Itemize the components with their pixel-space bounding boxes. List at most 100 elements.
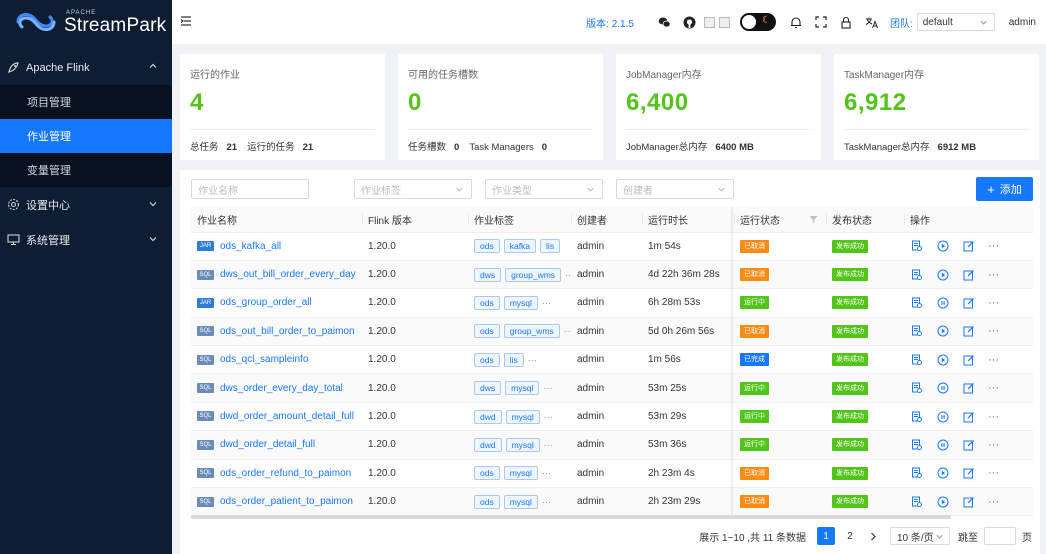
job-name-link[interactable]: ods_kafka_all [220, 241, 281, 252]
stop-job-icon[interactable] [936, 296, 949, 309]
job-detail-icon[interactable] [910, 382, 923, 395]
table-row[interactable]: SQL dwd_order_detail_full 1.20.0 dwd mysql… [191, 430, 1033, 460]
table-row[interactable]: SQL ods_out_bill_order_to_paimon 1.20.0 o… [191, 317, 1033, 347]
job-name-link[interactable]: ods_out_bill_order_to_paimon [220, 326, 355, 337]
stop-job-icon[interactable] [936, 410, 949, 423]
edit-job-icon[interactable] [962, 410, 975, 423]
job-name-link[interactable]: dwd_order_amount_detail_full [220, 411, 354, 422]
job-detail-icon[interactable] [910, 467, 923, 480]
job-name-link[interactable]: ods_group_order_all [220, 297, 312, 308]
table-row[interactable]: SQL dws_order_every_day_total 1.20.0 dws m… [191, 373, 1033, 403]
job-tag[interactable]: group_wms [503, 324, 560, 339]
job-tag[interactable]: mysql [503, 494, 538, 509]
fullscreen-icon[interactable] [815, 16, 828, 29]
edit-job-icon[interactable] [962, 438, 975, 451]
more-actions-icon[interactable]: ··· [988, 297, 999, 309]
page-1-button[interactable]: 1 [817, 527, 835, 545]
job-tag[interactable]: kafka [503, 239, 537, 254]
logo[interactable]: APACHE StreamPark [0, 0, 172, 44]
start-job-icon[interactable] [936, 495, 949, 508]
job-name-link[interactable]: dws_out_bill_order_every_day [220, 269, 356, 280]
start-job-icon[interactable] [936, 325, 949, 338]
job-tag[interactable]: mysql [503, 295, 538, 310]
menu-fold-icon[interactable] [180, 15, 192, 27]
job-tag[interactable]: ods [474, 352, 500, 367]
more-actions-icon[interactable]: ··· [988, 439, 999, 451]
job-tag[interactable]: dwd [474, 437, 502, 452]
job-tag[interactable]: ods [474, 239, 500, 254]
sidebar-group-settings[interactable]: 设置中心 [0, 187, 172, 222]
sidebar-item-projects[interactable]: 项目管理 [0, 85, 172, 119]
table-row[interactable]: SQL dws_out_bill_order_every_day 1.20.0 d… [191, 260, 1033, 290]
edit-job-icon[interactable] [962, 296, 975, 309]
team-select[interactable]: default [916, 13, 995, 31]
column-header-creator[interactable]: 创建者 [571, 207, 642, 233]
theme-toggle[interactable]: ☾ [739, 13, 776, 31]
job-name-filter-input[interactable]: 作业名称 [191, 179, 309, 199]
job-name-link[interactable]: ods_qcl_sampleinfo [220, 354, 308, 365]
sidebar-item-variables[interactable]: 变量管理 [0, 153, 172, 187]
job-tag[interactable]: mysql [505, 437, 540, 452]
table-row[interactable]: SQL ods_order_patient_to_paimon 1.20.0 od… [191, 487, 1033, 517]
edit-job-icon[interactable] [962, 325, 975, 338]
more-actions-icon[interactable]: ··· [988, 269, 999, 281]
job-tag[interactable]: group_wms [505, 267, 562, 282]
horizontal-scrollbar[interactable] [191, 515, 951, 519]
more-actions-icon[interactable]: ··· [988, 467, 999, 479]
stop-job-icon[interactable] [936, 438, 949, 451]
start-job-icon[interactable] [936, 268, 949, 281]
more-actions-icon[interactable]: ··· [988, 382, 999, 394]
column-header-tags[interactable]: 作业标签 [468, 207, 571, 233]
edit-job-icon[interactable] [962, 495, 975, 508]
column-header-release-status[interactable]: 发布状态 [826, 207, 904, 233]
edit-job-icon[interactable] [962, 240, 975, 253]
job-tag[interactable]: dwd [474, 409, 502, 424]
job-detail-icon[interactable] [910, 495, 923, 508]
job-tag[interactable]: mysql [505, 381, 540, 396]
job-name-link[interactable]: dwd_order_detail_full [220, 439, 315, 450]
job-tag[interactable]: ods [474, 466, 500, 481]
page-2-button[interactable]: 2 [841, 527, 859, 545]
job-detail-icon[interactable] [910, 240, 923, 253]
job-type-filter-select[interactable]: 作业类型 [485, 179, 603, 199]
table-row[interactable]: SQL ods_order_refund_to_paimon 1.20.0 ods… [191, 459, 1033, 489]
more-actions-icon[interactable]: ··· [988, 354, 999, 366]
edit-job-icon[interactable] [962, 353, 975, 366]
creator-filter-select[interactable]: 创建者 [616, 179, 734, 199]
wechat-icon[interactable] [658, 16, 671, 29]
column-header-flink-version[interactable]: Flink 版本 [362, 207, 468, 233]
job-tag[interactable]: mysql [505, 409, 540, 424]
job-detail-icon[interactable] [910, 410, 923, 423]
start-job-icon[interactable] [936, 353, 949, 366]
sidebar-item-jobs[interactable]: 作业管理 [0, 119, 172, 153]
start-job-icon[interactable] [936, 240, 949, 253]
job-name-link[interactable]: ods_order_refund_to_paimon [220, 468, 351, 479]
job-detail-icon[interactable] [910, 438, 923, 451]
job-tag[interactable]: dws [474, 381, 502, 396]
bell-icon[interactable] [790, 16, 803, 29]
stop-job-icon[interactable] [936, 382, 949, 395]
sidebar-group-system[interactable]: 系统管理 [0, 222, 172, 257]
job-name-link[interactable]: ods_order_patient_to_paimon [220, 496, 353, 507]
job-detail-icon[interactable] [910, 268, 923, 281]
job-tag[interactable]: ods [474, 494, 500, 509]
sidebar-group-apache-flink[interactable]: Apache Flink [0, 50, 172, 85]
job-name-link[interactable]: dws_order_every_day_total [220, 383, 343, 394]
next-page-icon[interactable] [866, 527, 880, 545]
filter-icon[interactable] [809, 215, 818, 224]
more-actions-icon[interactable]: ··· [988, 325, 999, 337]
more-actions-icon[interactable]: ··· [988, 240, 999, 252]
page-size-select[interactable]: 10 条/页 [890, 527, 950, 545]
more-actions-icon[interactable]: ··· [988, 496, 999, 508]
table-row[interactable]: SQL dwd_order_amount_detail_full 1.20.0 d… [191, 402, 1033, 432]
job-tag[interactable]: ods [474, 295, 500, 310]
job-tag[interactable]: mysql [503, 466, 538, 481]
translate-icon[interactable] [865, 16, 878, 29]
lock-icon[interactable] [840, 16, 853, 29]
edit-job-icon[interactable] [962, 467, 975, 480]
job-tag[interactable]: lis [503, 352, 524, 367]
edit-job-icon[interactable] [962, 382, 975, 395]
column-header-duration[interactable]: 运行时长 [642, 207, 734, 233]
job-tag[interactable]: lis [540, 239, 561, 254]
job-detail-icon[interactable] [910, 353, 923, 366]
